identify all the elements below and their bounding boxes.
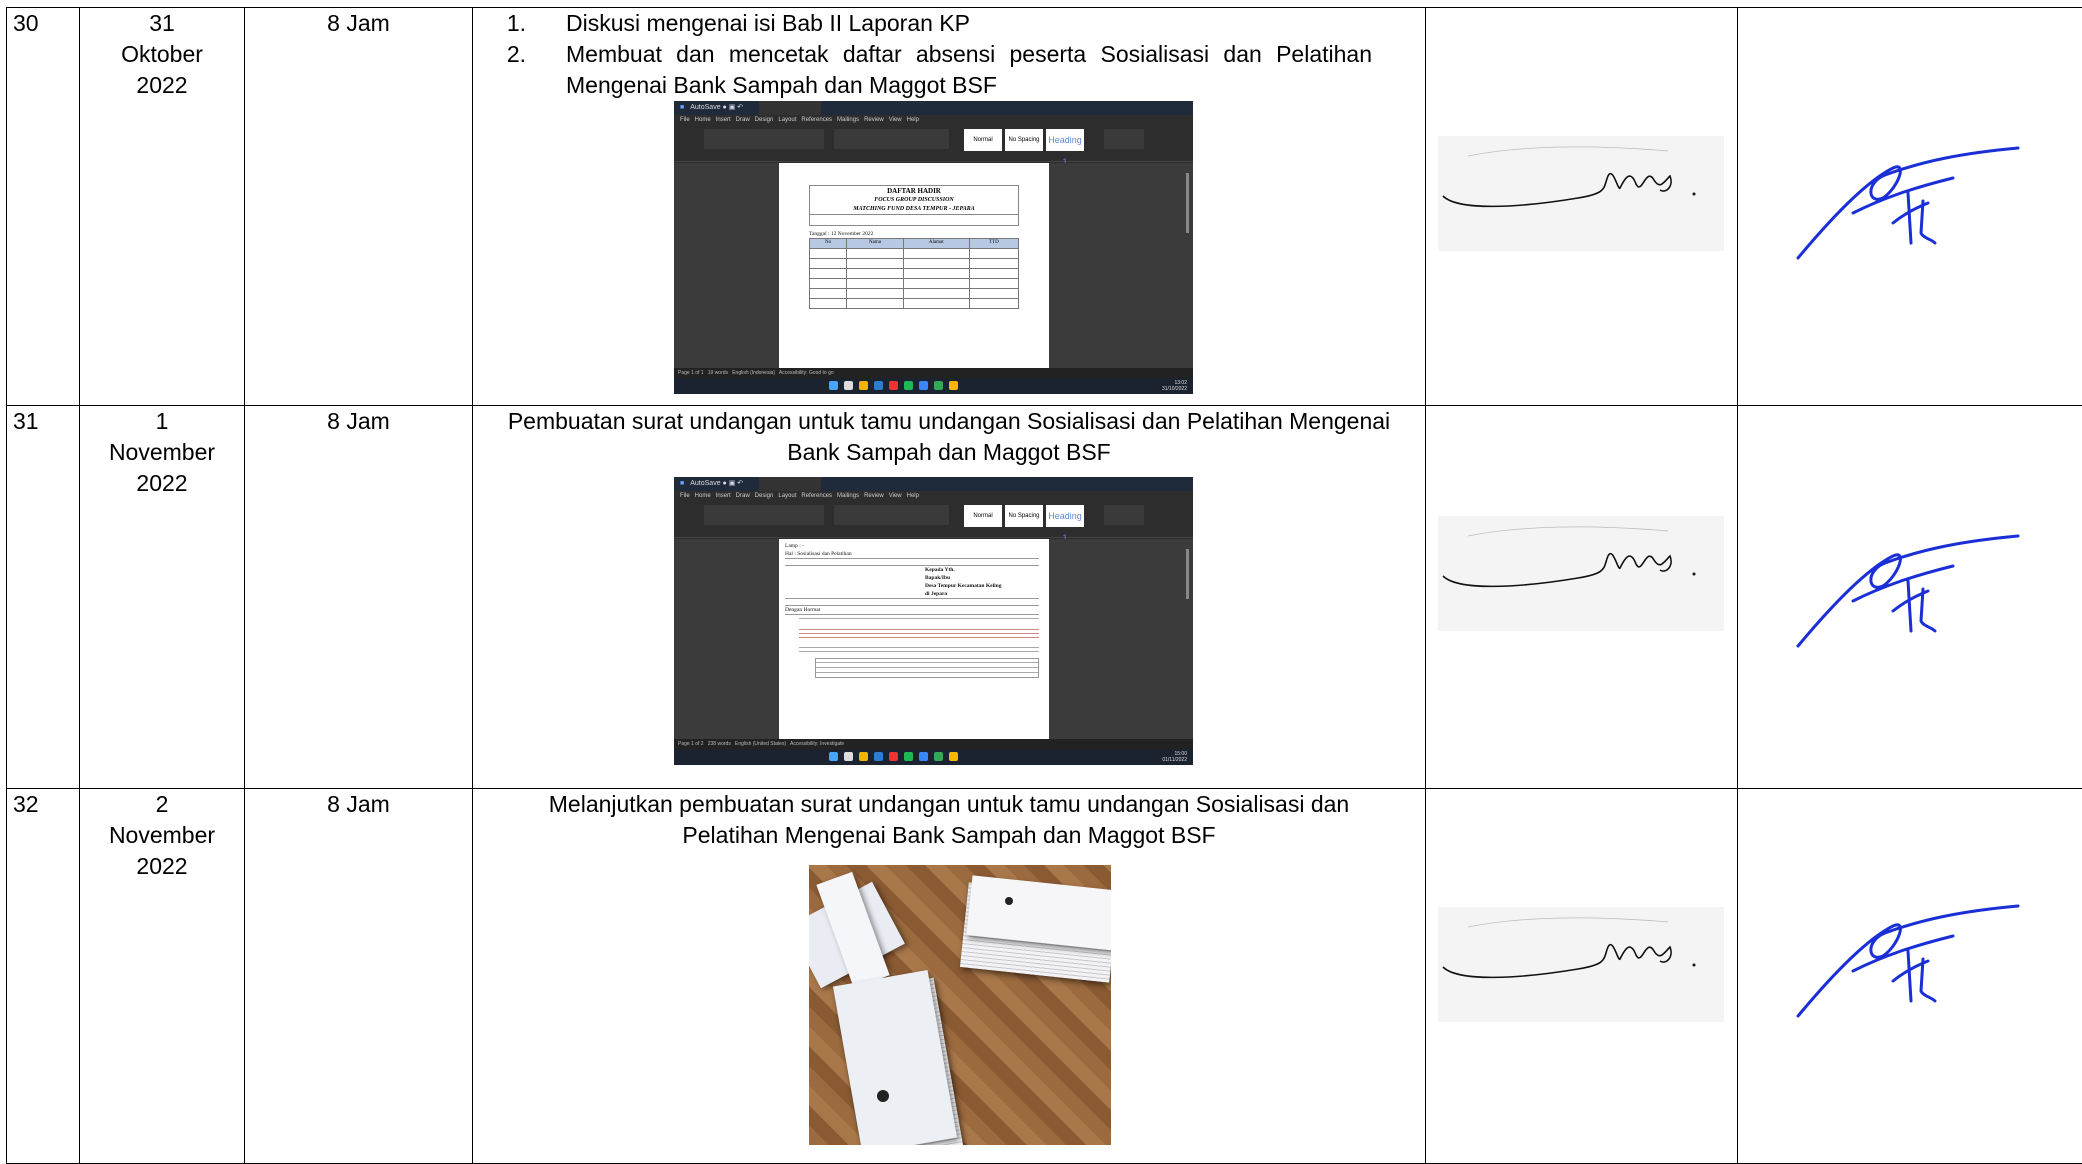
activity-text: Pembuatan surat undangan untuk tamu unda…: [481, 406, 1417, 468]
student-signature-cell: [1426, 789, 1738, 1164]
student-signature: [1438, 136, 1728, 251]
activity-list: 1.Diskusi mengenai isi Bab II Laporan KP…: [481, 8, 1417, 101]
row-activity: 1.Diskusi mengenai isi Bab II Laporan KP…: [473, 8, 1426, 406]
row-duration: 8 Jam: [245, 406, 473, 789]
activity-log-table: 30 31 Oktober 2022 8 Jam 1.Diskusi menge…: [6, 7, 2082, 1164]
row-date: 1 November 2022: [80, 406, 245, 789]
supervisor-signature-cell: [1738, 406, 2082, 789]
row-number: 32: [7, 789, 80, 1164]
row-date: 31 Oktober 2022: [80, 8, 245, 406]
supervisor-signature-cell: [1738, 8, 2082, 406]
student-signature: [1438, 516, 1728, 631]
word-screenshot-attendance: ■AutoSave ● ▣ ↶ File Home Insert Draw De…: [674, 101, 1193, 394]
student-signature-cell: [1426, 8, 1738, 406]
printed-invitations-photo: [809, 865, 1111, 1145]
row-number: 31: [7, 406, 80, 789]
row-activity: Melanjutkan pembuatan surat undangan unt…: [473, 789, 1426, 1164]
table-row: 30 31 Oktober 2022 8 Jam 1.Diskusi menge…: [7, 8, 2082, 406]
supervisor-signature-cell: [1738, 789, 2082, 1164]
row-date: 2 November 2022: [80, 789, 245, 1164]
supervisor-signature: [1793, 901, 2023, 1021]
table-row: 32 2 November 2022 8 Jam Melanjutkan pem…: [7, 789, 2082, 1164]
supervisor-signature: [1793, 143, 2023, 263]
row-activity: Pembuatan surat undangan untuk tamu unda…: [473, 406, 1426, 789]
activity-text: Melanjutkan pembuatan surat undangan unt…: [481, 789, 1417, 851]
student-signature-cell: [1426, 406, 1738, 789]
list-item: 1.Diskusi mengenai isi Bab II Laporan KP: [481, 8, 1417, 39]
student-signature: [1438, 907, 1728, 1022]
table-row: 31 1 November 2022 8 Jam Pembuatan surat…: [7, 406, 2082, 789]
word-screenshot-invitation: ■AutoSave ● ▣ ↶ File Home Insert Draw De…: [674, 477, 1193, 765]
supervisor-signature: [1793, 531, 2023, 651]
list-item: 2.Membuat dan mencetak daftar absensi pe…: [481, 39, 1417, 101]
row-number: 30: [7, 8, 80, 406]
row-duration: 8 Jam: [245, 8, 473, 406]
row-duration: 8 Jam: [245, 789, 473, 1164]
